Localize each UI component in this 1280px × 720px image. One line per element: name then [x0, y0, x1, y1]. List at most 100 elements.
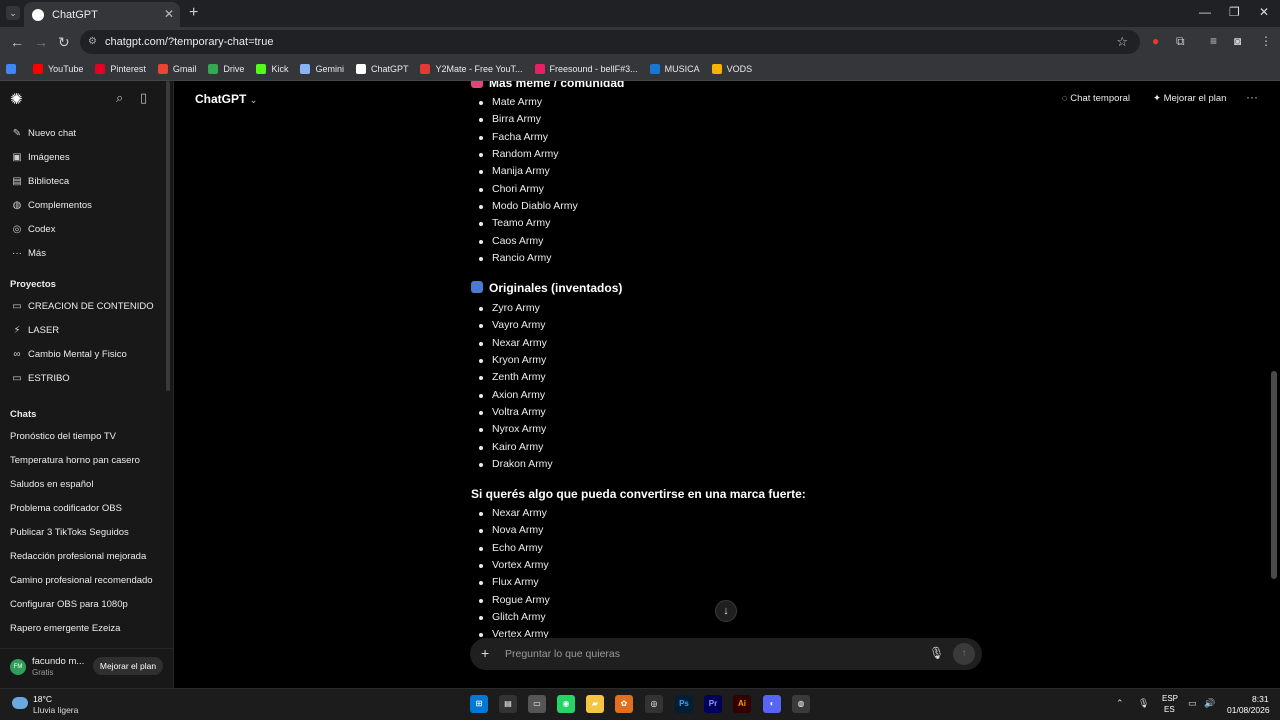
bookmark-item[interactable]: VODS — [711, 63, 752, 74]
bookmark-item[interactable]: Pinterest — [95, 63, 146, 74]
more-options-icon[interactable]: ··· — [1246, 90, 1258, 104]
illustrator-icon[interactable]: Ai — [733, 695, 751, 713]
sidebar-project-item[interactable]: ▭ CREACION DE CONTENIDO — [10, 298, 153, 314]
header-upgrade-button[interactable]: ✦ Mejorar el plan — [1153, 93, 1226, 104]
attach-plus-icon[interactable]: + — [481, 645, 489, 661]
bookmark-label: Gmail — [172, 63, 197, 74]
dashed-circle-icon: ◌ — [1062, 93, 1068, 104]
close-window-icon[interactable]: ✕ — [1259, 5, 1269, 19]
network-icon[interactable]: ▭ — [1188, 698, 1197, 709]
sidebar-project-item[interactable]: ∞ Cambio Mental y Fisico — [10, 346, 126, 362]
reload-icon[interactable]: ↻ — [58, 34, 70, 51]
bookmark-item[interactable]: ChatGPT — [355, 63, 408, 74]
microphone-icon[interactable]: 🎙 — [929, 646, 944, 660]
language-sub: ES — [1164, 705, 1175, 714]
volume-icon[interactable]: 🔊 — [1204, 698, 1215, 709]
tray-chevron-icon[interactable]: ⌃ — [1116, 698, 1124, 709]
bookmark-item[interactable]: YouTube — [33, 63, 83, 74]
sidebar-chat-item[interactable]: Redacción profesional mejorada — [10, 548, 146, 564]
bookmark-favicon-icon — [256, 63, 267, 74]
flstudio-icon[interactable]: ✿ — [615, 695, 633, 713]
premiere-icon[interactable]: Pr — [704, 695, 722, 713]
language-indicator[interactable]: ESP — [1162, 694, 1178, 703]
sidebar-nav-item[interactable]: ✎ Nuevo chat — [10, 125, 76, 141]
notepad-icon[interactable]: ▤ — [499, 695, 517, 713]
sidebar-nav-item-icon: ◎ — [12, 223, 22, 235]
close-tab-icon[interactable]: ✕ — [164, 7, 174, 21]
task-view-icon[interactable]: ▭ — [528, 695, 546, 713]
sidebar-chat-item[interactable]: Camino profesional recomendado — [10, 572, 153, 588]
minimize-icon[interactable]: — — [1199, 5, 1211, 19]
sidebar-nav-item-icon: ✎ — [12, 127, 22, 139]
extension-icon[interactable]: ● — [1152, 34, 1159, 48]
sidebar-nav-item-icon: ▤ — [12, 175, 22, 187]
whatsapp-icon[interactable]: ◉ — [557, 695, 575, 713]
start-icon[interactable]: ⊞ — [470, 695, 488, 713]
bookmark-item[interactable]: Y2Mate - Free YouT... — [420, 63, 523, 74]
temporary-chat-button[interactable]: ◌ Chat temporal — [1062, 93, 1130, 104]
sidebar-project-item[interactable]: ▭ ESTRIBO — [10, 370, 69, 386]
back-icon[interactable]: ← — [10, 34, 24, 50]
list-item: Echo Army — [479, 541, 543, 554]
model-selector[interactable]: ChatGPT ⌄ — [195, 92, 257, 106]
restore-icon[interactable]: ❐ — [1229, 5, 1240, 19]
mic-tray-icon[interactable]: 🎙 — [1138, 698, 1149, 709]
bookmark-item[interactable]: Gemini — [300, 63, 344, 74]
sidebar-chat-item[interactable]: Saludos en español — [10, 476, 93, 492]
menu-icon[interactable]: ⋮ — [1260, 34, 1272, 48]
site-info-icon[interactable]: ⚙ — [88, 30, 97, 54]
bookmark-star-icon[interactable]: ☆ — [1116, 30, 1128, 54]
search-icon[interactable]: ⌕ — [116, 90, 123, 106]
discord-icon[interactable]: ◐ — [763, 695, 781, 713]
sidebar-toggle-icon[interactable]: ▯ — [140, 90, 147, 106]
bookmark-item[interactable]: Gmail — [157, 63, 197, 74]
send-button[interactable]: ↑ — [953, 643, 975, 665]
bookmark-item[interactable]: Drive — [208, 63, 244, 74]
sidebar-nav-item-label: Nuevo chat — [28, 127, 77, 139]
bookmark-item[interactable]: Kick — [256, 63, 288, 74]
bookmark-item[interactable] — [6, 63, 21, 74]
profile-avatar-icon[interactable]: ◙ — [1234, 34, 1241, 48]
sidebar-chat-item[interactable]: Configurar OBS para 1080p — [10, 596, 128, 612]
upgrade-plan-button[interactable]: Mejorar el plan — [93, 657, 163, 675]
address-bar[interactable]: ⚙ chatgpt.com/?temporary-chat=true ☆ — [80, 30, 1140, 54]
weather-cloud-icon[interactable] — [12, 697, 28, 709]
file-explorer-icon[interactable]: ▰ — [586, 695, 604, 713]
sidebar-chat-item[interactable]: Pronóstico del tiempo TV — [10, 428, 116, 444]
bookmark-favicon-icon — [33, 63, 43, 74]
chrome-icon[interactable]: ◍ — [792, 695, 810, 713]
sidebar-chat-item[interactable]: Temperatura horno pan casero — [10, 452, 140, 468]
avatar[interactable]: FM — [10, 659, 26, 675]
sidebar-chat-item[interactable]: Publicar 3 TikToks Seguidos — [10, 524, 129, 540]
sidebar-nav-item[interactable]: ◍ Complementos — [10, 197, 92, 213]
sidebar-nav-item[interactable]: ··· Más — [10, 245, 46, 261]
clock-time[interactable]: 8:31 — [1252, 694, 1269, 704]
photoshop-icon[interactable]: Ps — [675, 695, 693, 713]
forward-icon[interactable]: → — [34, 34, 48, 50]
list-item: Flux Army — [479, 576, 539, 589]
sidebar-project-item[interactable]: ⚡ LASER — [10, 322, 59, 338]
list-item: Vayro Army — [478, 319, 546, 332]
main-scrollbar[interactable] — [1271, 371, 1277, 579]
clock-date[interactable]: 01/08/2026 — [1227, 705, 1270, 715]
chevron-down-icon: ⌄ — [249, 95, 258, 105]
scroll-to-bottom-button[interactable]: ↓ — [715, 600, 737, 622]
list-item: Voltra Army — [479, 406, 546, 419]
sidebar-chat-item[interactable]: Rapero emergente Ezeiza — [10, 620, 120, 636]
bookmark-item[interactable]: MUSICA — [649, 63, 700, 74]
user-profile[interactable]: FM facundo m... Gratis Mejorar el plan — [0, 648, 174, 688]
media-icon[interactable]: ≡ — [1210, 34, 1217, 48]
sidebar-nav-item[interactable]: ▤ Biblioteca — [10, 173, 69, 189]
sidebar-chat-item[interactable]: Problema codificador OBS — [10, 500, 122, 516]
browser-tab[interactable]: ChatGPT ✕ — [24, 2, 180, 27]
openai-logo-icon[interactable]: ✺ — [10, 90, 23, 108]
tab-search-button[interactable]: ⌄ — [6, 6, 20, 20]
extensions-puzzle-icon[interactable]: ⧉ — [1176, 34, 1185, 49]
sidebar-nav-item[interactable]: ▣ Imágenes — [10, 149, 69, 165]
sidebar-scrollbar[interactable] — [166, 81, 170, 391]
prompt-input[interactable] — [505, 638, 905, 670]
bookmark-item[interactable]: Freesound - bellF#3... — [534, 63, 638, 74]
new-tab-button[interactable]: + — [189, 4, 198, 22]
obs-icon[interactable]: ◎ — [645, 695, 663, 713]
sidebar-nav-item[interactable]: ◎ Codex — [10, 221, 56, 237]
